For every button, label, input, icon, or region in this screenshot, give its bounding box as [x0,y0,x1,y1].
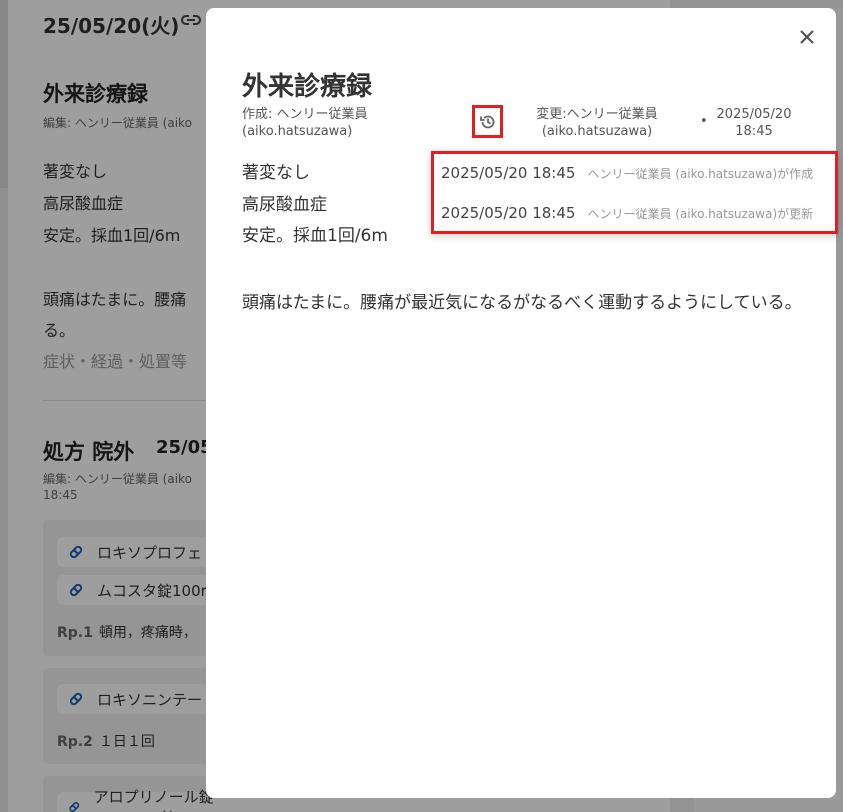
body-line: 著変なし [242,163,310,183]
body-line: 安定。採血1回/6m [242,226,388,246]
history-desc: ヘンリー従業員 (aiko.hatsuzawa)が更新 [587,206,814,221]
history-item[interactable]: 2025/05/20 18:45 ヘンリー従業員 (aiko.hatsuzawa… [441,161,836,185]
history-popover: 2025/05/20 18:45 ヘンリー従業員 (aiko.hatsuzawa… [431,151,838,234]
history-desc: ヘンリー従業員 (aiko.hatsuzawa)が作成 [587,166,814,181]
created-by-name: 作成: ヘンリー従業員 [242,107,368,122]
meta-separator: • [700,114,708,129]
history-button[interactable] [472,105,503,138]
updated-date-day: 2025/05/20 [716,107,792,122]
updated-by-id: (aiko.hatsuzawa) [541,124,653,139]
record-modal: 外来診療録 作成: ヘンリー従業員 (aiko.hatsuzawa) 変更:ヘン… [206,8,836,798]
body-paragraph: 頭痛はたまに。腰痛が最近気になるがなるべく運動するようにしている。 [242,293,802,313]
updated-date: 2025/05/20 18:45 [714,106,794,140]
history-date: 2025/05/20 18:45 [441,204,576,222]
created-by-id: (aiko.hatsuzawa) [242,124,353,139]
history-icon [479,115,494,128]
close-button[interactable] [796,26,818,48]
updated-by: 変更:ヘンリー従業員 (aiko.hatsuzawa) [526,106,668,140]
modal-title: 外来診療録 [242,72,373,102]
body-line: 高尿酸血症 [242,195,327,215]
updated-date-time: 18:45 [735,124,773,139]
close-icon [800,30,814,44]
history-date: 2025/05/20 18:45 [441,164,576,182]
updated-by-name: 変更:ヘンリー従業員 [536,107,658,122]
created-by: 作成: ヘンリー従業員 (aiko.hatsuzawa) [242,106,368,140]
history-item[interactable]: 2025/05/20 18:45 ヘンリー従業員 (aiko.hatsuzawa… [441,201,836,225]
